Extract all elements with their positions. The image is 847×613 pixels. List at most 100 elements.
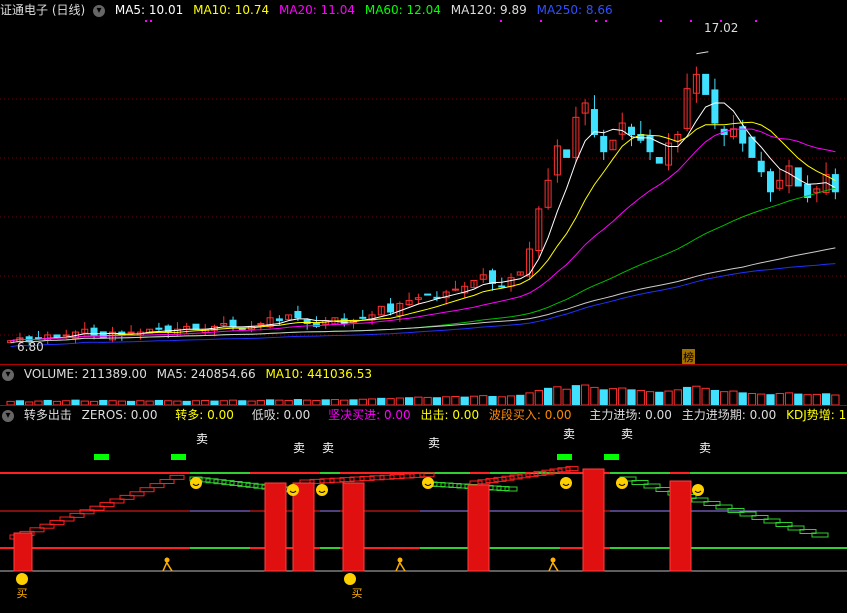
sell-label: 卖 — [428, 436, 440, 450]
ma60-value: MA60: 12.04 — [364, 3, 441, 17]
indicator-zhuliqi: 主力进场期: 0.00 — [681, 408, 777, 422]
signal-dot — [755, 20, 757, 22]
chevron-down-icon[interactable]: ▾ — [93, 4, 106, 17]
sell-label: 卖 — [293, 441, 305, 455]
price-candle — [553, 139, 561, 183]
indicator-step — [139, 487, 155, 493]
price-candle — [618, 112, 626, 141]
sell-label: 卖 — [563, 427, 575, 441]
chevron-down-icon[interactable]: ▾ — [2, 368, 14, 381]
ma5-line — [10, 102, 836, 342]
volume-bar — [794, 393, 803, 405]
smiley-icon — [287, 484, 299, 496]
volume-bar — [831, 394, 840, 405]
price-candle — [238, 328, 246, 331]
price-candle — [192, 323, 200, 330]
volume-bar — [710, 389, 720, 405]
price-candle — [794, 167, 802, 187]
volume-bar — [701, 387, 710, 405]
price-candle — [405, 292, 413, 307]
volume-bar — [618, 387, 627, 405]
volume-chart[interactable] — [0, 383, 847, 405]
rank-badge[interactable]: 榜 — [682, 349, 695, 365]
indicator-step — [159, 479, 175, 484]
runner-icon — [395, 557, 406, 572]
price-candle — [720, 125, 728, 147]
ma120-line — [10, 247, 836, 344]
price-candle — [729, 115, 737, 140]
price-candle — [702, 73, 710, 95]
indicator-title: 转多出击 — [23, 408, 72, 422]
signal-dot — [540, 20, 542, 22]
chevron-down-icon[interactable]: ▾ — [2, 409, 14, 422]
volume-bar — [469, 395, 479, 405]
volume-bar — [747, 392, 757, 405]
volume-bar — [516, 394, 525, 405]
volume-bar — [404, 397, 414, 405]
smiley-icon — [692, 484, 704, 496]
indicator-step — [477, 479, 491, 485]
volume-ma5: MA5: 240854.66 — [156, 367, 256, 381]
signal-box — [171, 454, 186, 460]
smiley-icon — [560, 477, 572, 489]
volume-bar — [497, 396, 506, 405]
price-candle — [451, 280, 459, 292]
indicator-chart[interactable]: 卖卖卖卖卖 卖卖买买 — [0, 425, 847, 613]
ma20-line — [10, 128, 836, 342]
money-bag-icon — [16, 573, 28, 585]
volume-bar — [645, 391, 655, 405]
price-candle — [99, 331, 107, 339]
volume-bar — [692, 385, 701, 405]
low-price-label: 6.80 — [17, 340, 44, 354]
signal-bar — [669, 480, 692, 572]
signal-bar — [342, 482, 365, 572]
volume-bar — [720, 391, 729, 405]
price-candle — [785, 159, 793, 194]
price-candle — [692, 66, 700, 103]
price-candle — [590, 95, 598, 138]
smiley-icon — [316, 484, 328, 496]
high-price-label: 17.02 — [704, 21, 739, 35]
price-candle — [776, 168, 784, 191]
smiley-icon — [616, 477, 628, 489]
price-candle — [377, 305, 385, 316]
volume-bar — [423, 396, 432, 405]
volume-bar — [608, 388, 618, 405]
price-candle — [414, 293, 422, 305]
volume-bar — [682, 386, 692, 405]
price-candle — [479, 268, 487, 283]
volume-bar — [636, 389, 645, 405]
price-candle — [757, 151, 765, 178]
indicator-step — [485, 478, 499, 484]
indicator-zhuli: 主力进场: 0.00 — [589, 408, 672, 422]
price-candle — [387, 298, 395, 316]
signal-bar — [467, 484, 490, 572]
signal-dot — [500, 20, 502, 22]
signal-dot — [605, 20, 607, 22]
price-candle — [581, 99, 589, 126]
main-chart-header: 证通电子 (日线) ▾ MA5: 10.01 MA10: 10.74 MA20:… — [0, 1, 619, 19]
high-marker — [696, 51, 709, 55]
volume-ma10: MA10: 441036.53 — [265, 367, 373, 381]
signal-bar — [582, 468, 605, 572]
volume-bar — [590, 386, 599, 405]
indicator-zhuanduo: 转多: 0.00 — [175, 408, 234, 422]
price-candle — [516, 271, 524, 276]
price-candle — [831, 168, 839, 200]
stock-title: 证通电子 (日线) — [0, 3, 86, 17]
indicator-zeros: ZEROS: 0.00 — [81, 408, 158, 422]
volume-bar — [775, 392, 784, 405]
ma250-value: MA250: 8.66 — [536, 3, 613, 17]
signal-dot — [690, 20, 692, 22]
indicator-step — [493, 476, 507, 482]
signal-box — [557, 454, 572, 460]
volume-bar — [534, 389, 543, 405]
indicator-boduan: 波段买入: 0.00 — [488, 408, 572, 422]
price-candle — [359, 309, 367, 320]
ma20-value: MA20: 11.04 — [278, 3, 356, 17]
price-candle — [683, 73, 691, 132]
price-chart[interactable] — [0, 20, 847, 365]
volume-bar — [627, 389, 636, 405]
volume-bar — [803, 394, 812, 405]
volume-bar — [757, 393, 766, 405]
